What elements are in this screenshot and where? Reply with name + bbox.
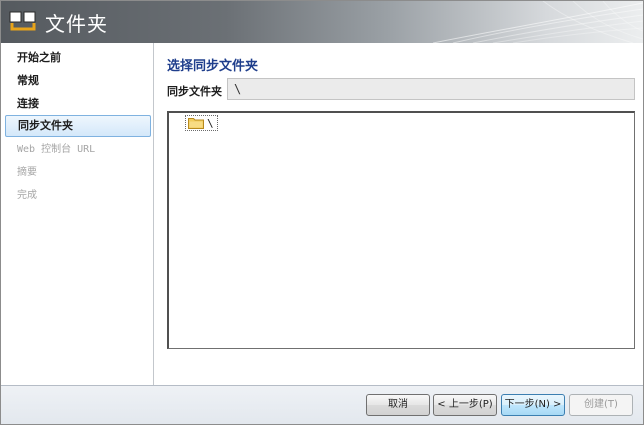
title-bar: 文件夹 bbox=[1, 1, 643, 43]
cancel-button[interactable]: 取消 bbox=[366, 394, 430, 416]
nav-item-general[interactable]: 常规 bbox=[5, 70, 151, 92]
main-panel: 选择同步文件夹 同步文件夹 \ \ bbox=[155, 43, 643, 385]
wizard-window: 文件夹 开始之前 常规 连接 同步文件夹 Web 控制台 URL 摘要 完成 选… bbox=[0, 0, 644, 425]
tree-node-label: \ bbox=[207, 116, 214, 130]
folder-icon bbox=[188, 118, 204, 129]
next-button[interactable]: 下一步(N) > bbox=[501, 394, 565, 416]
folder-tree[interactable]: \ bbox=[167, 111, 635, 349]
button-bar: 取消 < 上一步(P) 下一步(N) > 创建(T) bbox=[1, 385, 643, 424]
nav-item-label: 同步文件夹 bbox=[18, 119, 73, 132]
nav-item-finish: 完成 bbox=[5, 185, 151, 207]
back-button[interactable]: < 上一步(P) bbox=[433, 394, 497, 416]
nav-item-label: 常规 bbox=[17, 74, 39, 87]
nav-item-label: 完成 bbox=[17, 190, 37, 201]
nav-item-label: Web 控制台 URL bbox=[17, 144, 96, 155]
wizard-nav: 开始之前 常规 连接 同步文件夹 Web 控制台 URL 摘要 完成 bbox=[1, 43, 154, 385]
nav-item-label: 摘要 bbox=[17, 167, 37, 178]
nav-item-sync-folder[interactable]: 同步文件夹 bbox=[5, 115, 151, 137]
create-button[interactable]: 创建(T) bbox=[569, 394, 633, 416]
nav-item-before-you-begin[interactable]: 开始之前 bbox=[5, 47, 151, 69]
tree-node-root[interactable]: \ bbox=[185, 115, 218, 131]
nav-item-connection[interactable]: 连接 bbox=[5, 93, 151, 115]
sync-folder-label: 同步文件夹 bbox=[167, 85, 222, 98]
nav-item-summary: 摘要 bbox=[5, 162, 151, 184]
nav-item-label: 开始之前 bbox=[17, 51, 61, 64]
page-title: 选择同步文件夹 bbox=[167, 59, 259, 74]
app-logo-icon bbox=[9, 11, 36, 31]
nav-item-web-console-url: Web 控制台 URL bbox=[5, 139, 151, 161]
sync-folder-field: \ bbox=[227, 78, 635, 100]
nav-item-label: 连接 bbox=[17, 97, 39, 110]
window-title: 文件夹 bbox=[45, 12, 108, 36]
decorative-swoosh bbox=[433, 1, 643, 43]
